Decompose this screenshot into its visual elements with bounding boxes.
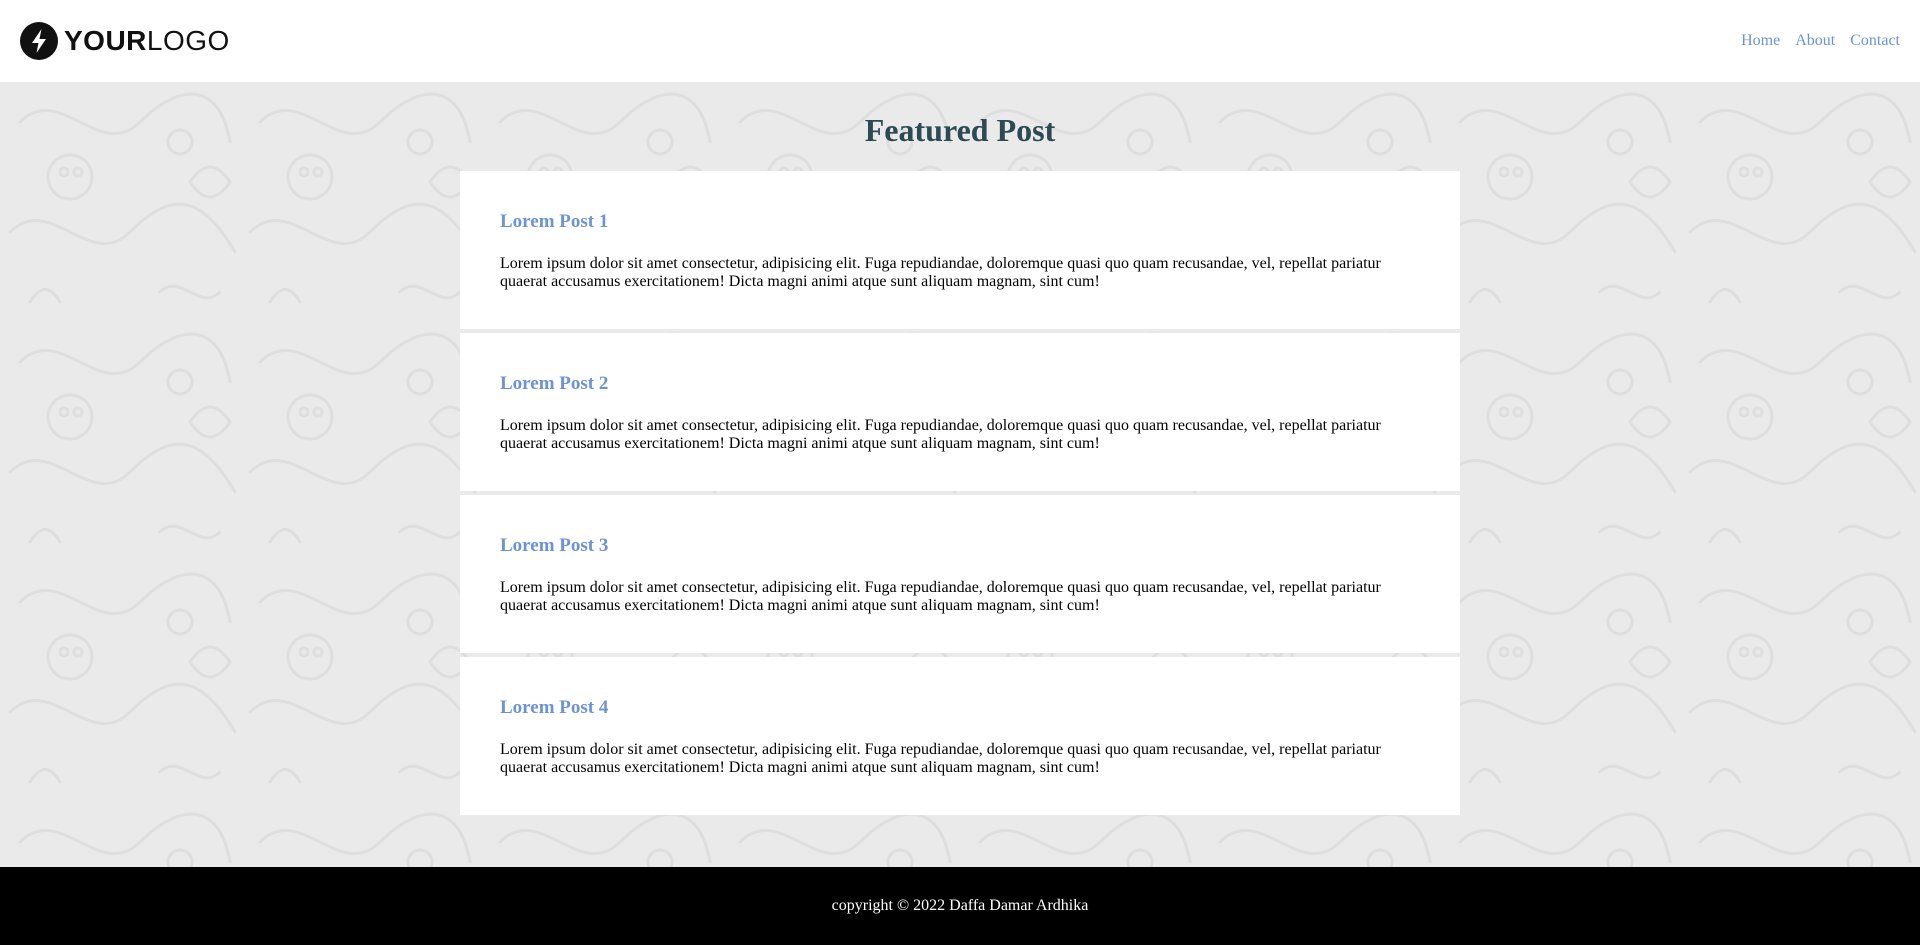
logo-wordmark-bold: YOUR xyxy=(64,25,147,56)
nav-link-about[interactable]: About xyxy=(1795,32,1835,50)
post-excerpt: Lorem ipsum dolor sit amet consectetur, … xyxy=(500,255,1381,290)
post-card: Lorem Post 4 Lorem ipsum dolor sit amet … xyxy=(460,657,1460,815)
post-title-link[interactable]: Lorem Post 3 xyxy=(500,535,1420,557)
site-logo[interactable]: YOURLOGO xyxy=(20,22,230,60)
main-content: Featured Post Lorem Post 1 Lorem ipsum d… xyxy=(0,82,1920,867)
post-excerpt: Lorem ipsum dolor sit amet consectetur, … xyxy=(500,417,1381,452)
featured-post-title: Featured Post xyxy=(864,112,1056,148)
main-nav: Home About Contact xyxy=(1741,32,1900,50)
post-title-link[interactable]: Lorem Post 4 xyxy=(500,697,1420,719)
lightning-bolt-icon xyxy=(20,22,58,60)
post-excerpt: Lorem ipsum dolor sit amet consectetur, … xyxy=(500,579,1381,614)
post-list: Lorem Post 1 Lorem ipsum dolor sit amet … xyxy=(460,171,1460,819)
post-card: Lorem Post 2 Lorem ipsum dolor sit amet … xyxy=(460,333,1460,491)
post-title-link[interactable]: Lorem Post 1 xyxy=(500,211,1420,233)
site-footer: copyright © 2022 Daffa Damar Ardhika xyxy=(0,867,1920,945)
site-header: YOURLOGO Home About Contact xyxy=(0,0,1920,82)
post-title-link[interactable]: Lorem Post 2 xyxy=(500,373,1420,395)
post-excerpt: Lorem ipsum dolor sit amet consectetur, … xyxy=(500,741,1381,776)
logo-wordmark-light: LOGO xyxy=(146,25,230,56)
logo-wordmark: YOURLOGO xyxy=(64,27,230,55)
nav-link-home[interactable]: Home xyxy=(1741,32,1780,50)
copyright-text: copyright © 2022 Daffa Damar Ardhika xyxy=(831,897,1089,914)
post-card: Lorem Post 3 Lorem ipsum dolor sit amet … xyxy=(460,495,1460,653)
post-card: Lorem Post 1 Lorem ipsum dolor sit amet … xyxy=(460,171,1460,329)
nav-link-contact[interactable]: Contact xyxy=(1850,32,1900,50)
